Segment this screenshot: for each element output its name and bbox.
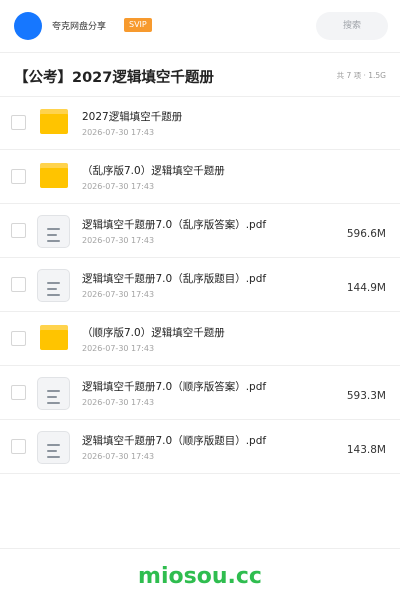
select-checkbox[interactable] [11, 169, 26, 184]
select-checkbox[interactable] [11, 439, 26, 454]
share-page: 夸克网盘分享 SVIP 搜索 【公考】2027逻辑填空千题册 共 7 项 · 1… [0, 0, 400, 600]
file-date: 2026-07-30 17:43 [82, 128, 155, 137]
list-item[interactable]: 逻辑填空千题册7.0（乱序版答案）.pdf 2026-07-30 17:43 5… [0, 204, 400, 258]
list-item[interactable]: 逻辑填空千题册7.0（顺序版题目）.pdf 2026-07-30 17:43 1… [0, 420, 400, 474]
folder-title-bar: 【公考】2027逻辑填空千题册 共 7 项 · 1.5G [0, 52, 400, 97]
brand-watermark: miosou.cc [138, 564, 262, 589]
file-name: 逻辑填空千题册7.0（顺序版题目）.pdf [82, 435, 267, 447]
file-name: （顺序版7.0）逻辑填空千题册 [82, 327, 225, 339]
list-item[interactable]: 逻辑填空千题册7.0（顺序版答案）.pdf 2026-07-30 17:43 5… [0, 366, 400, 420]
file-date: 2026-07-30 17:43 [82, 236, 155, 245]
file-date: 2026-07-30 17:43 [82, 182, 155, 191]
footer: miosou.cc [0, 548, 400, 600]
folder-icon [40, 325, 68, 350]
file-name: （乱序版7.0）逻辑填空千题册 [82, 165, 225, 177]
list-item[interactable]: （乱序版7.0）逻辑填空千题册 2026-07-30 17:43 [0, 150, 400, 204]
list-item[interactable]: 逻辑填空千题册7.0（乱序版题目）.pdf 2026-07-30 17:43 1… [0, 258, 400, 312]
avatar[interactable] [14, 12, 42, 40]
select-checkbox[interactable] [11, 115, 26, 130]
file-size: 144.9M [346, 282, 386, 294]
folder-icon [40, 109, 68, 134]
folder-meta: 共 7 项 · 1.5G [336, 71, 386, 80]
file-date: 2026-07-30 17:43 [82, 398, 155, 407]
select-checkbox[interactable] [11, 277, 26, 292]
search-input[interactable]: 搜索 [316, 12, 388, 40]
document-icon [37, 377, 70, 410]
file-name: 2027逻辑填空千题册 [82, 111, 183, 123]
document-icon [37, 269, 70, 302]
file-date: 2026-07-30 17:43 [82, 290, 155, 299]
file-date: 2026-07-30 17:43 [82, 344, 155, 353]
select-checkbox[interactable] [11, 385, 26, 400]
file-list: 2027逻辑填空千题册 2026-07-30 17:43 （乱序版7.0）逻辑填… [0, 96, 400, 474]
document-icon [37, 431, 70, 464]
file-name: 逻辑填空千题册7.0（乱序版题目）.pdf [82, 273, 267, 285]
file-date: 2026-07-30 17:43 [82, 452, 155, 461]
select-checkbox[interactable] [11, 331, 26, 346]
file-name: 逻辑填空千题册7.0（顺序版答案）.pdf [82, 381, 267, 393]
list-item[interactable]: （顺序版7.0）逻辑填空千题册 2026-07-30 17:43 [0, 312, 400, 366]
header-bar: 夸克网盘分享 SVIP 搜索 [0, 0, 400, 53]
select-checkbox[interactable] [11, 223, 26, 238]
file-size: 593.3M [346, 390, 386, 402]
svip-badge: SVIP [124, 18, 152, 32]
share-name: 夸克网盘分享 [52, 22, 107, 32]
folder-icon [40, 163, 68, 188]
page-title: 【公考】2027逻辑填空千题册 [14, 70, 214, 86]
file-size: 143.8M [346, 444, 386, 456]
list-item[interactable]: 2027逻辑填空千题册 2026-07-30 17:43 [0, 96, 400, 150]
file-name: 逻辑填空千题册7.0（乱序版答案）.pdf [82, 219, 267, 231]
document-icon [37, 215, 70, 248]
file-size: 596.6M [346, 228, 386, 240]
